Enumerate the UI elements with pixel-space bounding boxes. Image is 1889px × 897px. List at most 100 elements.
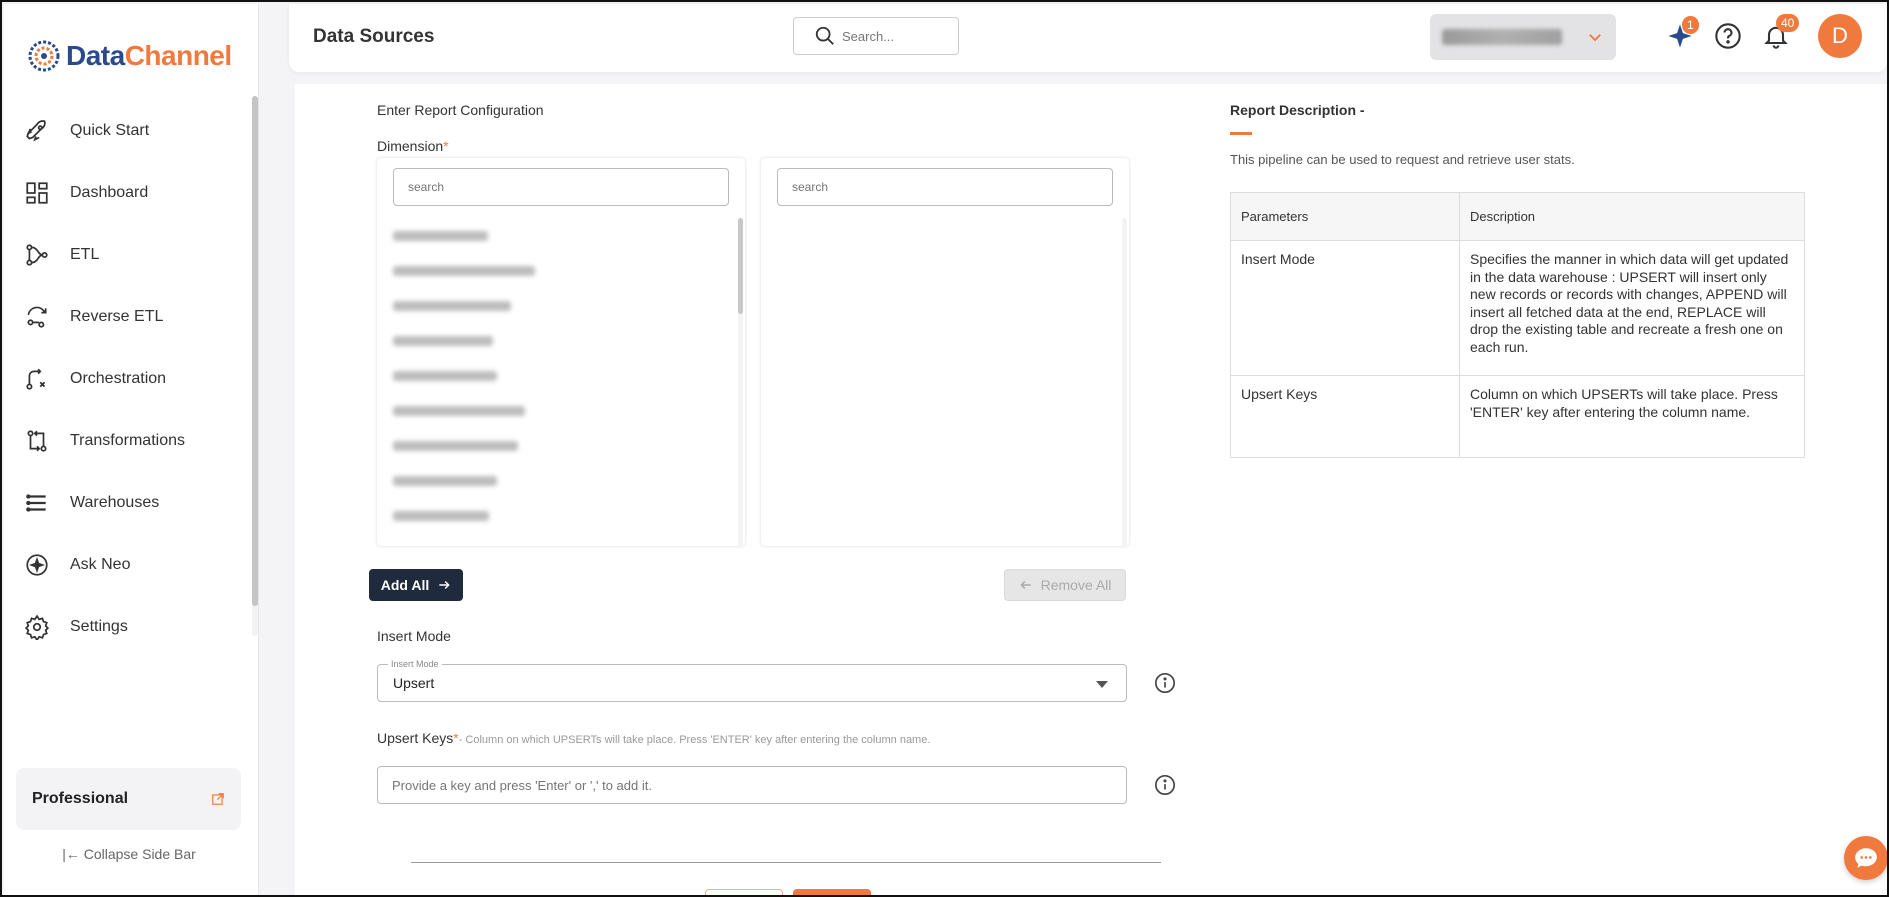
- sidebar-item-label: Settings: [70, 618, 128, 635]
- arrow-left-icon: [1019, 580, 1031, 590]
- table-header-row: Parameters Description: [1230, 192, 1805, 241]
- caret-down-icon: [1096, 681, 1108, 688]
- report-description-text: This pipeline can be used to request and…: [1230, 152, 1575, 167]
- gear-icon: [24, 614, 50, 640]
- sidebar-item-quick-start[interactable]: Quick Start: [4, 100, 249, 162]
- section-title: Enter Report Configuration: [377, 102, 544, 118]
- sidebar-nav: Quick Start Dashboard ETL Reverse ETL Or…: [4, 100, 249, 658]
- info-icon[interactable]: [1154, 672, 1176, 694]
- dimension-label: Dimension*: [377, 138, 449, 154]
- chat-support-button[interactable]: [1844, 836, 1887, 880]
- available-dimensions-list: [377, 158, 745, 546]
- upsert-keys-hint: - Column on which UPSERTs will take plac…: [458, 734, 931, 746]
- etl-icon: [26, 244, 48, 266]
- orchestration-icon: [26, 368, 46, 390]
- sidebar-item-etl[interactable]: ETL: [4, 224, 249, 286]
- sidebar: DataChannel Quick Start Dashboard ETL Re…: [4, 4, 259, 895]
- sidebar-item-label: Reverse ETL: [70, 308, 164, 325]
- sidebar-item-label: Transformations: [70, 432, 185, 449]
- arrow-right-icon: [439, 580, 450, 590]
- external-link-icon[interactable]: [211, 792, 225, 806]
- sidebar-scrollbar[interactable]: [252, 96, 258, 606]
- dashboard-icon: [26, 182, 48, 204]
- list-scroll-track[interactable]: [1122, 218, 1127, 546]
- list-item[interactable]: [393, 428, 723, 463]
- insert-mode-select[interactable]: Insert Mode Upsert: [377, 659, 1127, 702]
- report-description-title: Report Description -: [1230, 102, 1365, 118]
- upsert-keys-label: Upsert Keys*- Column on which UPSERTs wi…: [377, 730, 931, 746]
- avatar[interactable]: D: [1818, 14, 1862, 58]
- next-button[interactable]: [793, 889, 871, 895]
- list-item[interactable]: [393, 463, 723, 498]
- sidebar-item-label: Ask Neo: [70, 556, 131, 573]
- sidebar-item-orchestration[interactable]: Orchestration: [4, 348, 249, 410]
- column-header: Description: [1459, 192, 1805, 241]
- insert-mode-legend: Insert Mode: [388, 659, 442, 669]
- parameter-cell: Insert Mode: [1230, 240, 1460, 376]
- sidebar-item-label: Dashboard: [70, 184, 149, 201]
- sidebar-item-transformations[interactable]: Transformations: [4, 410, 249, 472]
- add-all-label: Add All: [380, 577, 430, 593]
- list-item[interactable]: [393, 358, 723, 393]
- table-row: Upsert Keys Column on which UPSERTs will…: [1230, 375, 1805, 458]
- logo-icon: [28, 40, 60, 72]
- workspace-selector[interactable]: [1430, 14, 1616, 60]
- list-item[interactable]: [393, 323, 723, 358]
- remove-all-label: Remove All: [1040, 577, 1112, 593]
- sidebar-item-settings[interactable]: Settings: [4, 596, 249, 658]
- sidebar-item-reverse-etl[interactable]: Reverse ETL: [4, 286, 249, 348]
- table-row: Insert Mode Specifies the manner in whic…: [1230, 240, 1805, 376]
- plan-card[interactable]: Professional: [16, 768, 241, 830]
- available-items: [393, 218, 723, 533]
- sidebar-item-label: Quick Start: [70, 122, 150, 139]
- description-cell: Column on which UPSERTs will take place.…: [1459, 375, 1805, 458]
- chevron-down-icon: [1589, 34, 1601, 42]
- remove-all-button[interactable]: Remove All: [1004, 569, 1126, 601]
- help-icon[interactable]: [1714, 22, 1742, 50]
- chat-icon: [1855, 848, 1877, 868]
- upsert-keys-input[interactable]: [377, 766, 1127, 804]
- insert-mode-label: Insert Mode: [377, 628, 451, 644]
- global-search[interactable]: [793, 17, 959, 55]
- transformations-icon: [27, 430, 47, 452]
- reverse-etl-icon: [27, 306, 47, 328]
- parameter-cell: Upsert Keys: [1230, 375, 1460, 458]
- notification-badge: 40: [1776, 14, 1800, 32]
- list-item[interactable]: [393, 498, 723, 533]
- rocket-icon: [26, 120, 46, 142]
- collapse-icon: |←: [62, 846, 80, 862]
- list-scrollbar[interactable]: [738, 218, 743, 314]
- top-header: Data Sources 1 40 D: [289, 4, 1887, 72]
- sidebar-item-ask-neo[interactable]: Ask Neo: [4, 534, 249, 596]
- sidebar-item-label: Warehouses: [70, 494, 160, 511]
- sidebar-item-label: ETL: [70, 246, 100, 263]
- selected-search-input[interactable]: [777, 168, 1113, 206]
- parameters-table: Parameters Description Insert Mode Speci…: [1230, 192, 1805, 458]
- page-title: Data Sources: [313, 26, 435, 47]
- insert-mode-value: Upsert: [393, 675, 435, 691]
- logo-text: DataChannel: [66, 40, 232, 71]
- sidebar-item-dashboard[interactable]: Dashboard: [4, 162, 249, 224]
- list-item[interactable]: [393, 288, 723, 323]
- title-underline: [1230, 132, 1252, 135]
- footer-divider: [411, 862, 1161, 863]
- logo[interactable]: DataChannel: [26, 36, 232, 76]
- workspace-name-redacted: [1442, 29, 1562, 45]
- column-header: Parameters: [1230, 192, 1460, 241]
- warehouses-icon: [26, 494, 46, 512]
- sparkle-badge: 1: [1682, 16, 1699, 34]
- collapse-sidebar-button[interactable]: |← Collapse Side Bar: [4, 846, 254, 862]
- sidebar-item-label: Orchestration: [70, 370, 167, 387]
- add-all-button[interactable]: Add All: [369, 569, 463, 601]
- search-input[interactable]: [842, 28, 942, 44]
- list-item[interactable]: [393, 253, 723, 288]
- info-icon[interactable]: [1154, 774, 1176, 796]
- plan-label: Professional: [32, 790, 129, 807]
- list-item[interactable]: [393, 393, 723, 428]
- available-search-input[interactable]: [393, 168, 729, 206]
- sparkle-icon: [26, 554, 48, 576]
- sidebar-item-warehouses[interactable]: Warehouses: [4, 472, 249, 534]
- back-button[interactable]: [705, 889, 783, 895]
- description-cell: Specifies the manner in which data will …: [1459, 240, 1805, 376]
- list-item[interactable]: [393, 218, 723, 253]
